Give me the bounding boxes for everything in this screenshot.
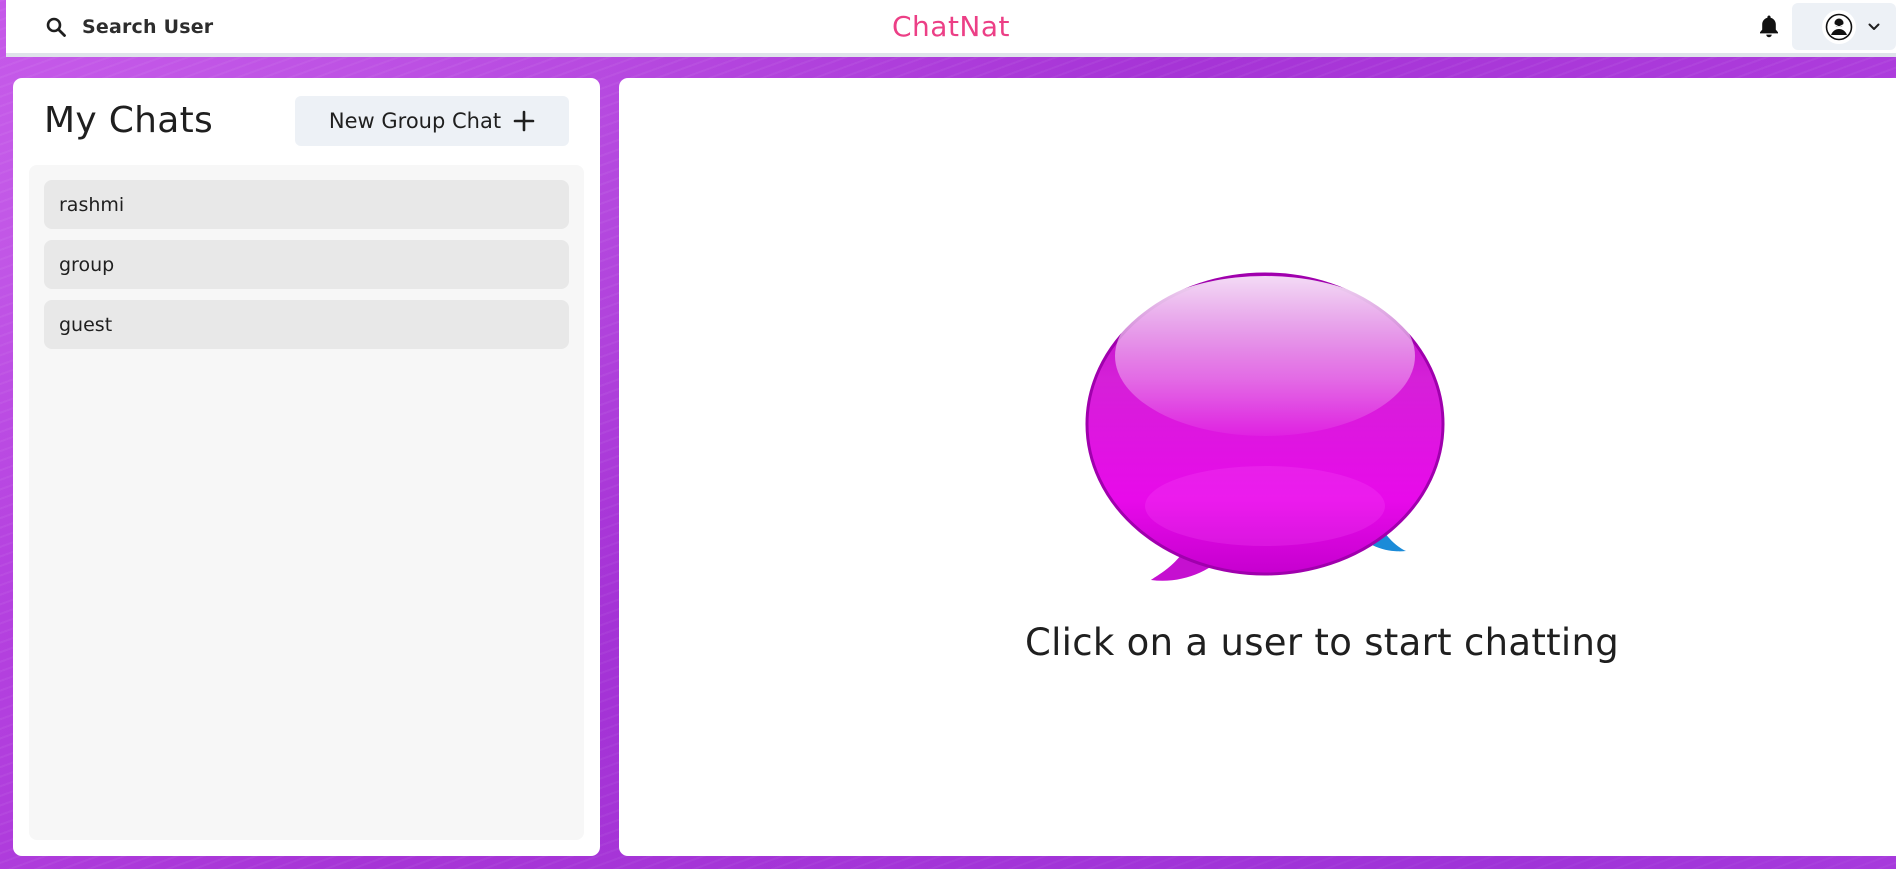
app-brand-title: ChatNat bbox=[891, 10, 1010, 43]
search-user-label: Search User bbox=[82, 16, 214, 38]
chat-name: rashmi bbox=[59, 193, 125, 216]
chat-list-item-guest[interactable]: guest bbox=[44, 300, 569, 349]
chat-window-panel: Click on a user to start chatting bbox=[619, 78, 1896, 856]
avatar bbox=[1822, 9, 1856, 44]
search-icon bbox=[46, 17, 66, 37]
new-group-chat-label: New Group Chat bbox=[328, 109, 502, 133]
avatar-image bbox=[1825, 13, 1853, 40]
chevron-down-icon bbox=[1868, 23, 1880, 31]
search-user-button[interactable]: Search User bbox=[36, 8, 223, 46]
my-chats-panel: My Chats New Group Chat rashmi group gue… bbox=[13, 78, 600, 856]
chat-bubbles-illustration bbox=[1085, 272, 1445, 581]
empty-state-message: Click on a user to start chatting bbox=[1024, 621, 1620, 664]
chat-list-item-group[interactable]: group bbox=[44, 240, 569, 289]
plus-icon bbox=[513, 110, 535, 132]
my-chats-title: My Chats bbox=[44, 100, 214, 141]
bell-icon bbox=[1758, 14, 1780, 43]
top-navbar: Search User ChatNat bbox=[6, 0, 1896, 57]
chat-list: rashmi group guest bbox=[29, 165, 584, 840]
chat-list-item-rashmi[interactable]: rashmi bbox=[44, 180, 569, 229]
chat-name: guest bbox=[59, 313, 113, 336]
notifications-button[interactable] bbox=[1752, 11, 1786, 45]
chat-name: group bbox=[59, 253, 115, 276]
new-group-chat-button[interactable]: New Group Chat bbox=[295, 96, 569, 146]
profile-menu-button[interactable] bbox=[1792, 3, 1896, 50]
